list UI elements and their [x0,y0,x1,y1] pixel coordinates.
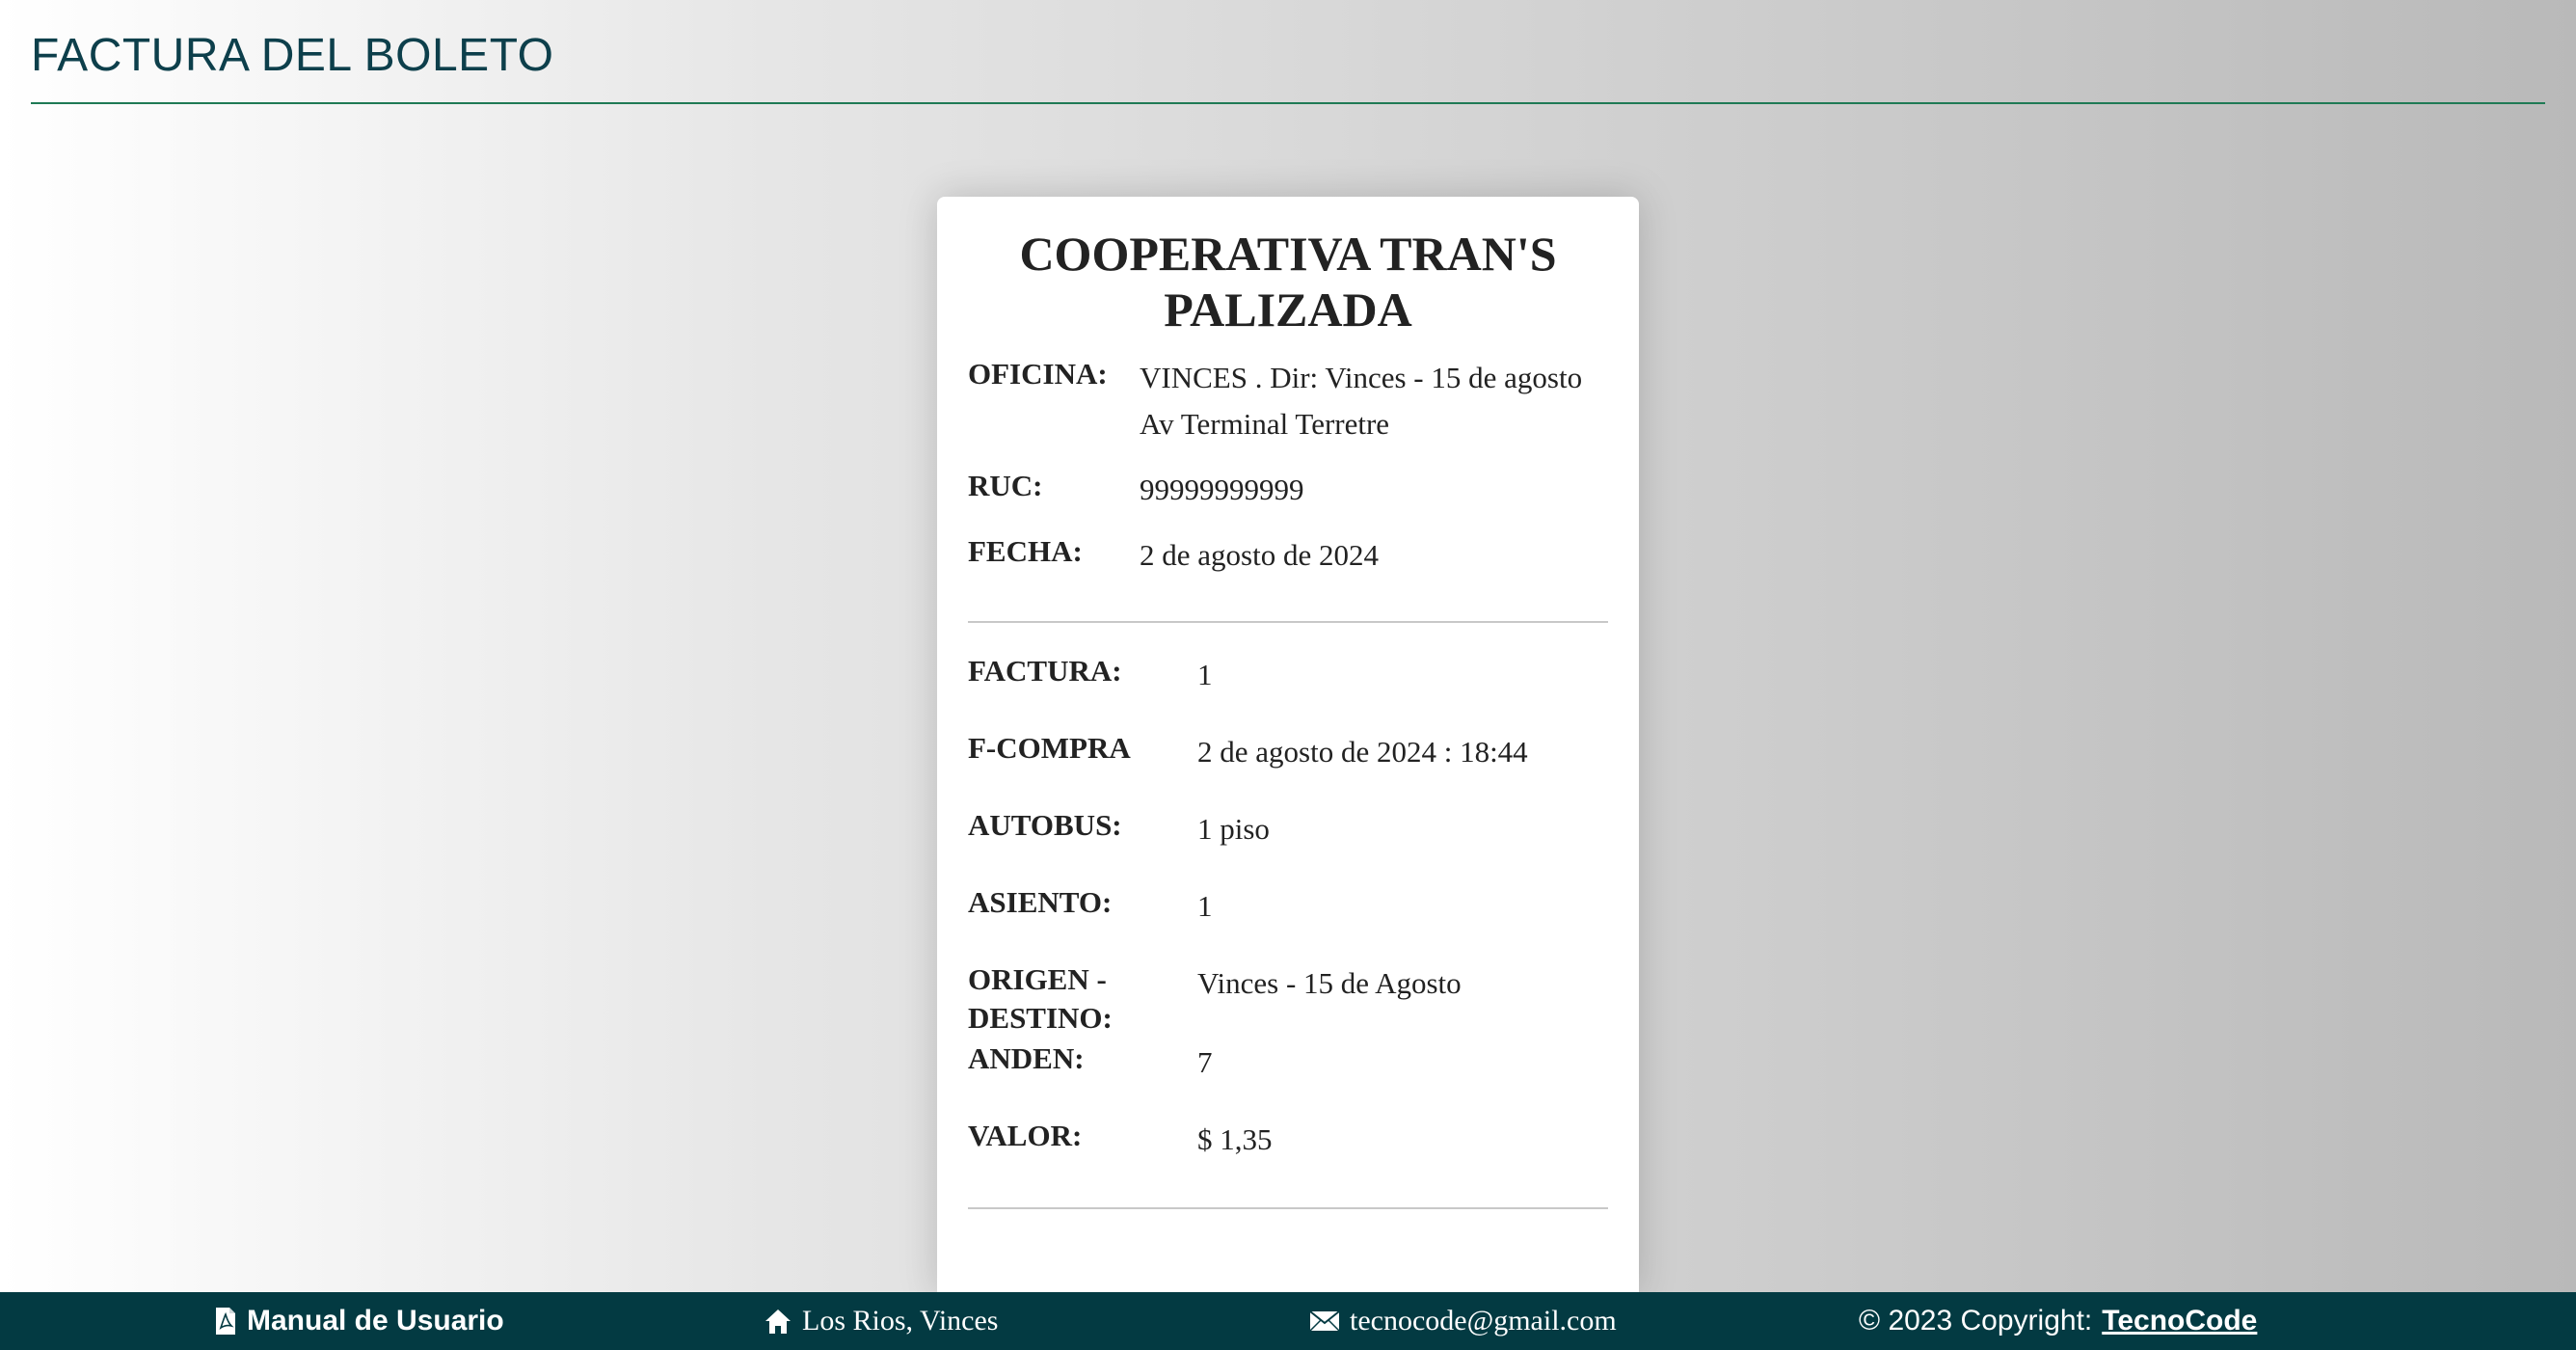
bus-label: AUTOBUS: [968,808,1122,842]
location-label: Los Rios, Vinces [802,1305,999,1336]
copyright-text: © 2023 Copyright: [1859,1305,2093,1336]
office-value-line1: VINCES . Dir: Vinces - 15 de agosto [1140,361,1583,394]
ruc-row: RUC: 99999999999 [968,467,1608,513]
purchase-date-value: 2 de agosto de 2024 : 18:44 [1197,735,1528,769]
ticket-details-block: FACTURA: 1 F-COMPRA 2 de agosto de 2024 … [968,652,1608,1163]
copyright-info: © 2023 Copyright: TecnoCode [1859,1292,2257,1350]
email-info: tecnocode@gmail.com [1309,1292,1617,1350]
route-label-line2: DESTINO: [968,1001,1113,1035]
route-label-line1: ORIGEN - [968,962,1107,996]
route-value: Vinces - 15 de Agosto [1197,966,1462,1000]
office-label: OFICINA: [968,357,1108,391]
envelope-icon [1309,1310,1340,1333]
pdf-file-icon [214,1307,237,1336]
platform-label: ANDEN: [968,1041,1085,1075]
date-value: 2 de agosto de 2024 [1140,538,1379,572]
price-value: $ 1,35 [1197,1122,1273,1156]
divider [968,621,1608,623]
office-row: OFICINA: VINCES . Dir: Vinces - 15 de ag… [968,355,1608,447]
tecnocode-link[interactable]: TecnoCode [2102,1305,2257,1337]
ruc-value: 99999999999 [1140,472,1304,506]
invoice-label: FACTURA: [968,654,1122,688]
company-name: COOPERATIVA TRAN'S PALIZADA [1019,227,1557,337]
home-icon [764,1308,792,1335]
platform-value: 7 [1197,1045,1213,1079]
office-value: VINCES . Dir: Vinces - 15 de agosto Av T… [1140,355,1582,447]
route-label: ORIGEN - DESTINO: [968,960,1197,1038]
bus-row: AUTOBUS: 1 piso [968,806,1608,852]
ruc-label: RUC: [968,469,1043,502]
seat-row: ASIENTO: 1 [968,883,1608,930]
office-info-block: OFICINA: VINCES . Dir: Vinces - 15 de ag… [968,355,1608,579]
date-label: FECHA: [968,534,1083,568]
office-value-line2: Av Terminal Terretre [1140,407,1390,441]
route-row: ORIGEN - DESTINO: Vinces - 15 de Agosto [968,960,1608,1038]
date-row: FECHA: 2 de agosto de 2024 [968,532,1608,579]
invoice-row: FACTURA: 1 [968,652,1608,698]
ticket-receipt-card: COOPERATIVA TRAN'S PALIZADA OFICINA: VIN… [937,197,1639,1296]
user-manual-link[interactable]: Manual de Usuario [214,1292,504,1350]
page-header: FACTURA DEL BOLETO [31,27,2545,104]
purchase-date-label: F-COMPRA [968,731,1131,765]
email-label: tecnocode@gmail.com [1350,1305,1617,1336]
seat-label: ASIENTO: [968,885,1113,919]
price-row: VALOR: $ 1,35 [968,1117,1608,1163]
platform-row: ANDEN: 7 [968,1040,1608,1086]
invoice-value: 1 [1197,658,1213,691]
divider [968,1207,1608,1209]
bus-value: 1 piso [1197,812,1270,846]
seat-value: 1 [1197,889,1213,923]
purchase-date-row: F-COMPRA 2 de agosto de 2024 : 18:44 [968,729,1608,775]
page-title: FACTURA DEL BOLETO [31,30,554,81]
price-label: VALOR: [968,1119,1083,1152]
location-info: Los Rios, Vinces [764,1292,998,1350]
page-footer: Manual de Usuario Los Rios, Vinces tecno… [0,1292,2576,1350]
user-manual-label: Manual de Usuario [247,1305,504,1336]
